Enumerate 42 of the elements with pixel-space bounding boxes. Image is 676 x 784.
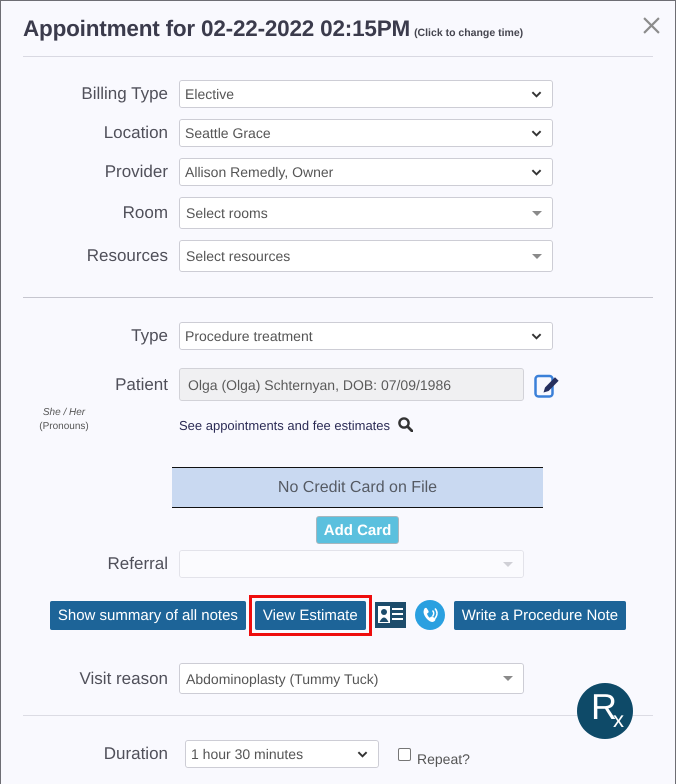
credit-card-banner: No Credit Card on File xyxy=(172,467,543,508)
combo-field[interactable]: Select rooms xyxy=(179,197,553,229)
rx-button[interactable]: R$_{x}$ xyxy=(577,683,633,739)
select-field[interactable]: 1 hour 30 minutes xyxy=(185,740,379,768)
chevron-down-icon xyxy=(531,332,542,340)
caret-down-icon xyxy=(503,562,513,566)
repeat-checkbox[interactable] xyxy=(398,748,411,760)
select-field[interactable]: Procedure treatment xyxy=(179,322,553,350)
dialog-title: Appointment for 02-22-2022 02:15PM xyxy=(23,15,410,43)
field-label: Duration xyxy=(102,744,168,764)
action-button[interactable]: Show summary of all notes xyxy=(50,600,246,630)
contact-card-icon[interactable] xyxy=(374,602,406,628)
change-time-link[interactable]: (Click to change time) xyxy=(414,27,524,39)
phone-icon[interactable] xyxy=(414,600,445,630)
select-field[interactable]: Allison Remedly, Owner xyxy=(179,158,553,186)
select-field[interactable]: Seattle Grace xyxy=(179,119,553,147)
close-icon[interactable] xyxy=(643,17,660,34)
field-label: Location xyxy=(102,123,168,143)
caret-down-icon xyxy=(503,676,513,681)
caret-down-icon xyxy=(532,254,542,258)
field-label: Visit reason xyxy=(78,668,168,688)
field-label: Patient xyxy=(114,374,168,394)
repeat-label[interactable]: Repeat? xyxy=(417,741,470,767)
combo-field[interactable]: Select resources xyxy=(179,240,553,272)
select-field[interactable]: Elective xyxy=(179,80,553,108)
field-label: Billing Type xyxy=(80,84,168,104)
field-label: Type xyxy=(130,326,168,346)
chevron-down-icon xyxy=(531,90,542,98)
action-button[interactable]: View Estimate xyxy=(254,600,366,630)
action-button[interactable]: Write a Procedure Note xyxy=(454,600,626,630)
pronouns-caption: (Pronouns) xyxy=(38,420,90,434)
pronouns-text: She / Her xyxy=(42,406,86,420)
chevron-down-icon xyxy=(357,750,368,758)
search-icon[interactable] xyxy=(398,417,414,432)
field-label: Resources xyxy=(86,246,168,266)
field-label: Provider xyxy=(104,162,168,182)
caret-down-icon xyxy=(532,210,542,216)
field-label: Room xyxy=(122,203,168,223)
field-label: Referral xyxy=(106,554,168,574)
combo-field[interactable]: Abdominoplasty (Tummy Tuck) xyxy=(179,663,524,694)
chevron-down-icon xyxy=(531,130,542,136)
chevron-down-icon xyxy=(531,168,542,176)
